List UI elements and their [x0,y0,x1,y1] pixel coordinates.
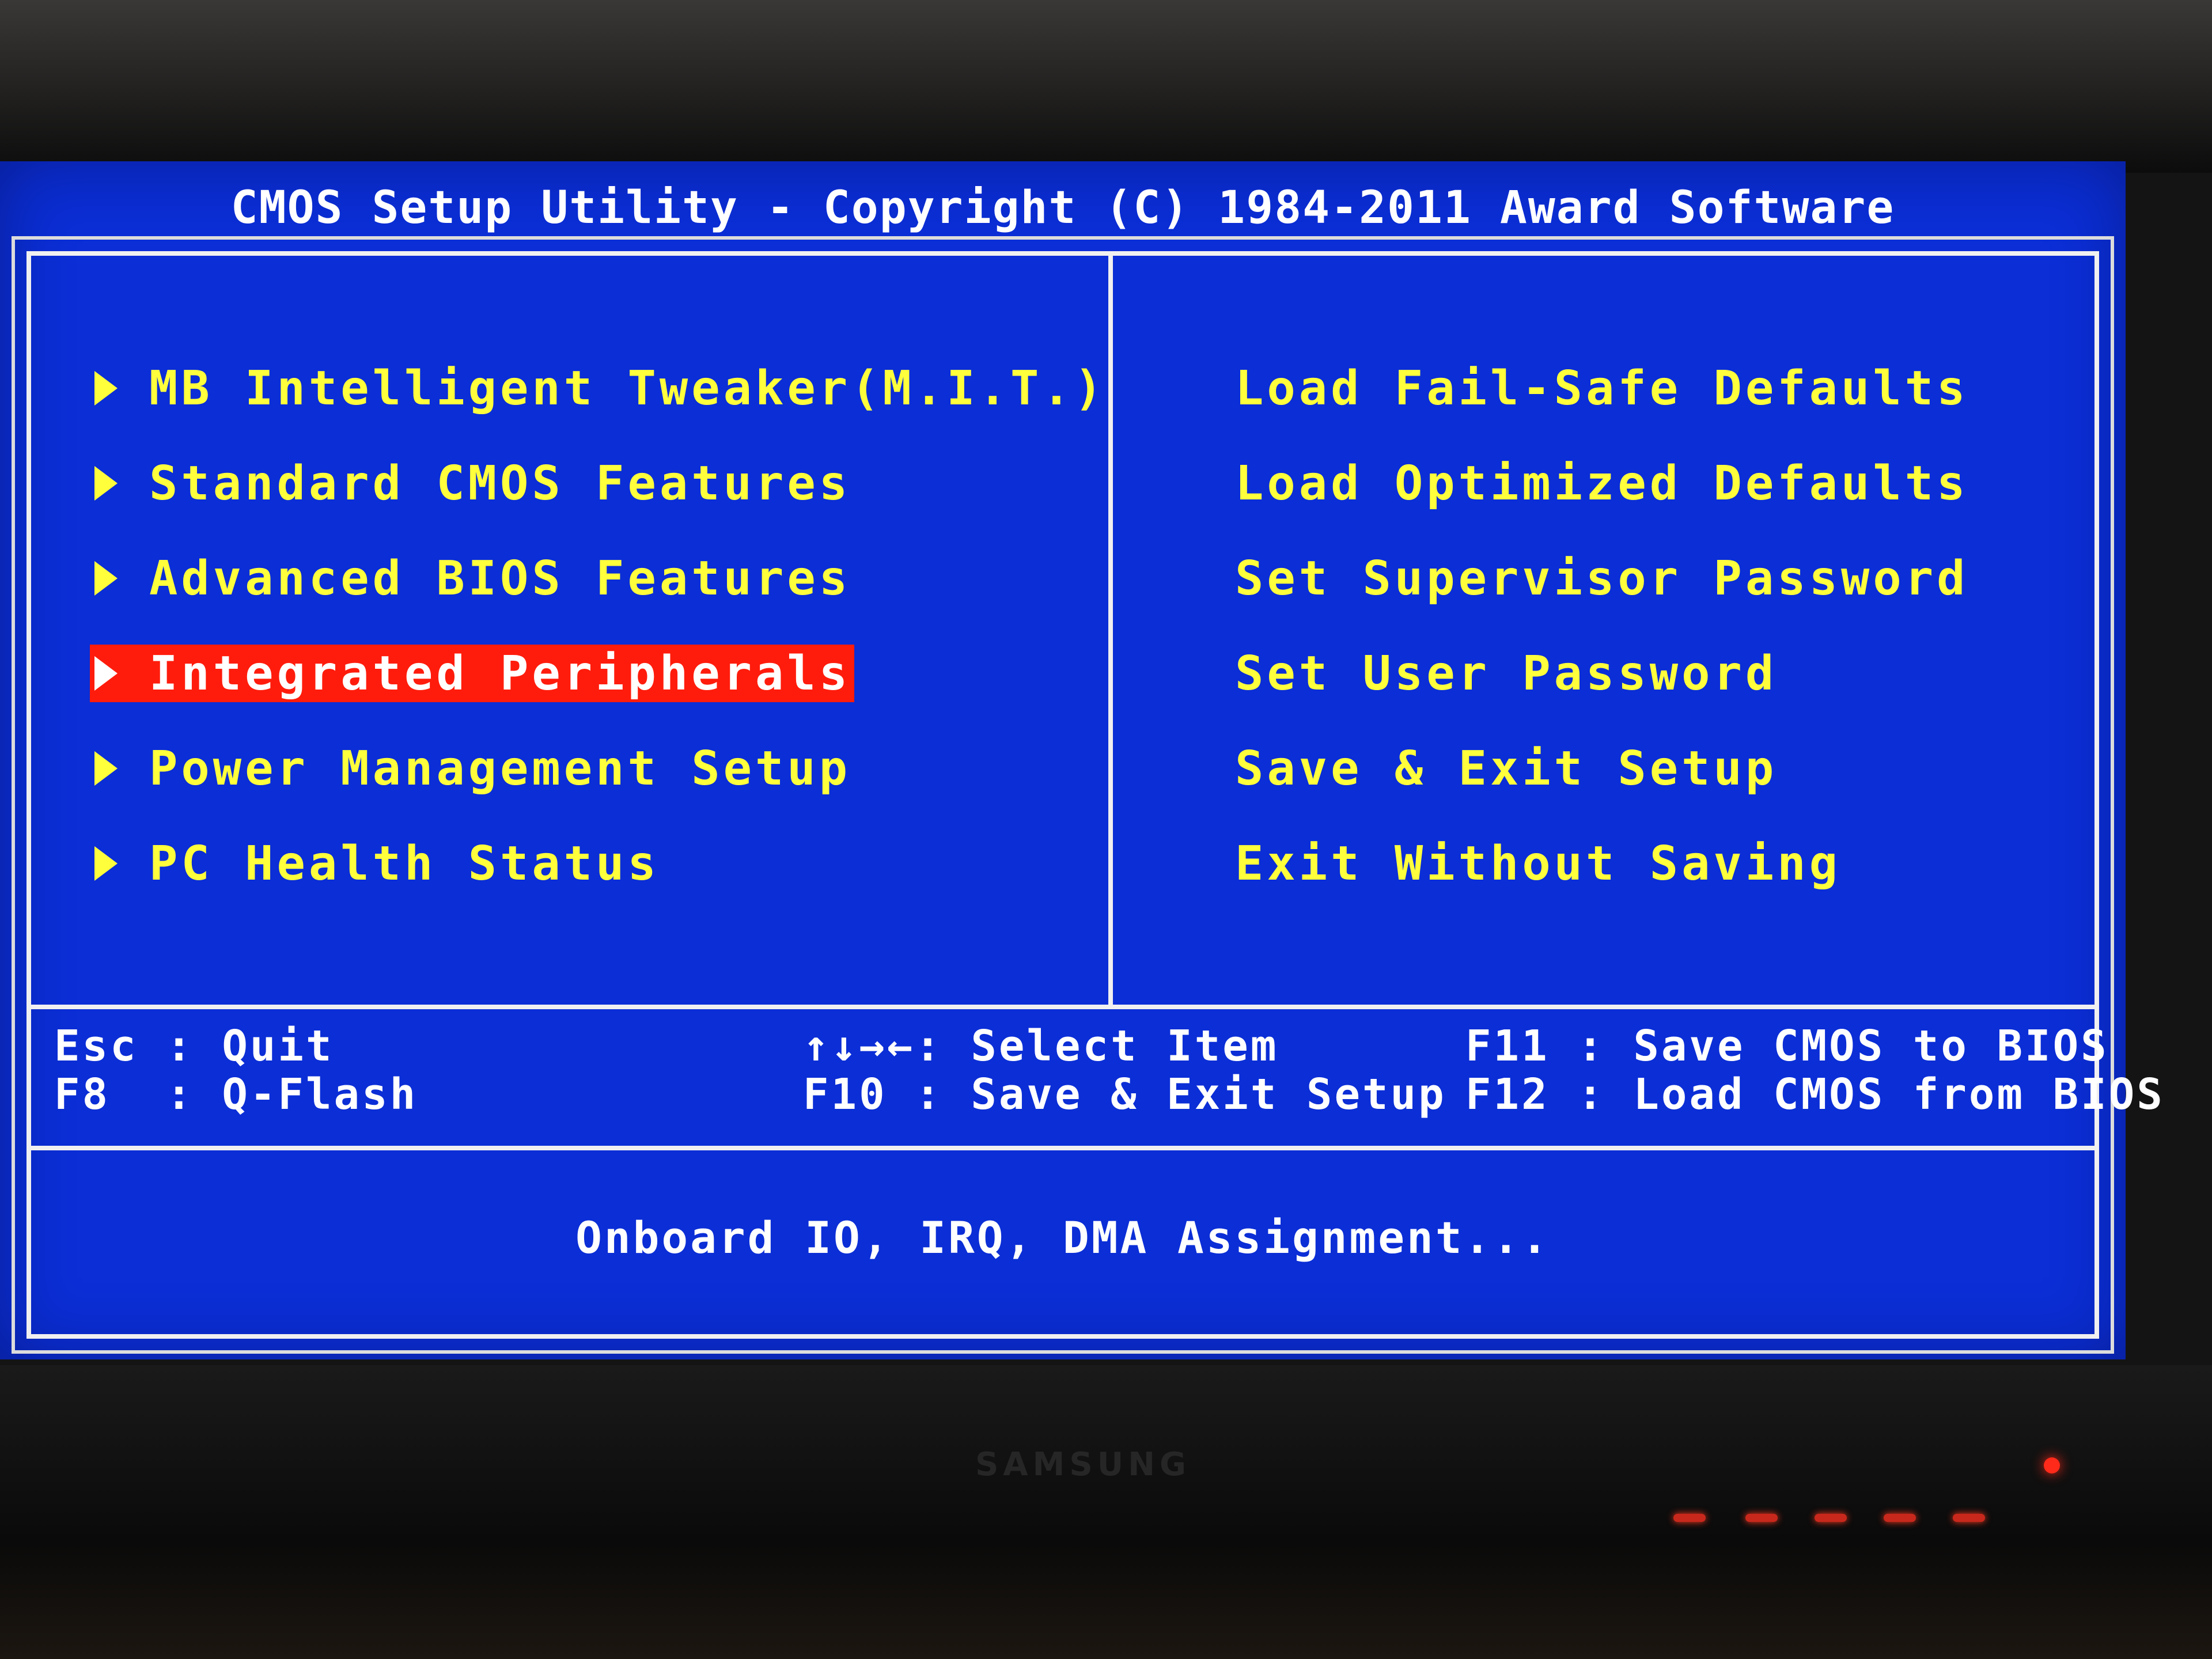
submenu-arrow-icon [94,371,118,406]
key-f10-desc: Save & Exit Setup [971,1070,1446,1119]
menu-item-load-optimized[interactable]: Load Optimized Defaults [1235,454,1968,512]
key-arrows-desc: Select Item [971,1021,1279,1071]
submenu-arrow-icon [94,561,118,596]
bios-title: CMOS Setup Utility - Copyright (C) 1984-… [230,182,1895,234]
menu-item-label: Load Optimized Defaults [1235,456,1969,511]
menu-item-supervisor-password[interactable]: Set Supervisor Password [1235,550,1968,607]
submenu-arrow-icon [94,466,118,501]
monitor-button-led [1815,1514,1847,1522]
key-esc-desc: Quit [222,1021,334,1071]
menu-item-save-exit[interactable]: Save & Exit Setup [1235,740,1777,797]
bios-inner-frame: MB Intelligent Tweaker(M.I.T.) Standard … [26,251,2162,1339]
menu-item-label: Save & Exit Setup [1235,741,1778,796]
power-led-icon [2044,1457,2060,1474]
monitor-button-led [1884,1514,1916,1522]
menu-item-label: Set Supervisor Password [1235,551,1969,606]
key-legend-cmos: F11 : Save CMOS to BIOS F12 : Load CMOS … [1465,1021,2165,1119]
menu-item-standard-cmos[interactable]: Standard CMOS Features [94,454,851,512]
menu-item-load-fail-safe[interactable]: Load Fail-Safe Defaults [1235,359,1968,417]
key-esc: Esc [54,1021,138,1071]
menu-item-integrated-peripherals[interactable]: Integrated Peripherals [90,645,855,702]
menu-divider [1108,256,1113,1005]
menu-item-user-password[interactable]: Set User Password [1235,645,1777,702]
key-f12-desc: Load CMOS from BIOS [1633,1070,2165,1119]
key-f10: F10 [803,1070,887,1119]
key-legend-esc-f8: Esc : Quit F8 : Q-Flash [54,1021,418,1119]
submenu-arrow-icon [94,656,118,691]
menu-item-mit[interactable]: MB Intelligent Tweaker(M.I.T.) [94,359,1106,417]
key-f11-desc: Save CMOS to BIOS [1633,1021,2109,1071]
menu-item-label: PC Health Status [149,836,660,891]
help-divider [31,1146,2094,1150]
key-legend-divider [31,1005,2094,1009]
menu-item-label: Advanced BIOS Features [149,551,851,606]
monitor-button-led [1953,1514,1985,1522]
bios-outer-frame: MB Intelligent Tweaker(M.I.T.) Standard … [12,236,2162,1354]
monitor-button-led [1673,1514,1706,1522]
monitor-bezel-bottom [0,1365,2212,1659]
key-f8-desc: Q-Flash [222,1070,418,1119]
menu-item-power-management[interactable]: Power Management Setup [94,740,851,797]
bios-screen: CMOS Setup Utility - Copyright (C) 1984-… [0,161,2162,1359]
monitor-button-led [1745,1514,1778,1522]
arrow-keys-icon: ↑↓→← [803,1021,915,1071]
submenu-arrow-icon [94,846,118,881]
menu-item-label: Standard CMOS Features [149,456,851,511]
item-help-text: Onboard IO, IRQ, DMA Assignment... [575,1212,1550,1263]
menu-item-label: Load Fail-Safe Defaults [1235,361,1969,416]
menu-item-label: MB Intelligent Tweaker(M.I.T.) [149,361,1107,416]
menu-item-label: Set User Password [1235,646,1778,701]
submenu-arrow-icon [94,751,118,786]
key-f11: F11 [1465,1021,1550,1071]
monitor-brand-logo: SAMSUNG [975,1446,1191,1483]
key-f12: F12 [1465,1070,1550,1119]
key-f8: F8 [54,1070,111,1119]
monitor-bezel-top [0,0,2212,173]
menu-item-label: Integrated Peripherals [149,646,851,701]
menu-item-pc-health[interactable]: PC Health Status [94,835,660,892]
menu-item-advanced-bios[interactable]: Advanced BIOS Features [94,550,851,607]
key-legend-nav: ↑↓→←: Select Item F10 : Save & Exit Setu… [803,1021,1446,1119]
menu-item-label: Power Management Setup [149,741,851,796]
menu-item-exit-without-saving[interactable]: Exit Without Saving [1235,835,1841,892]
menu-item-label: Exit Without Saving [1235,836,1841,891]
